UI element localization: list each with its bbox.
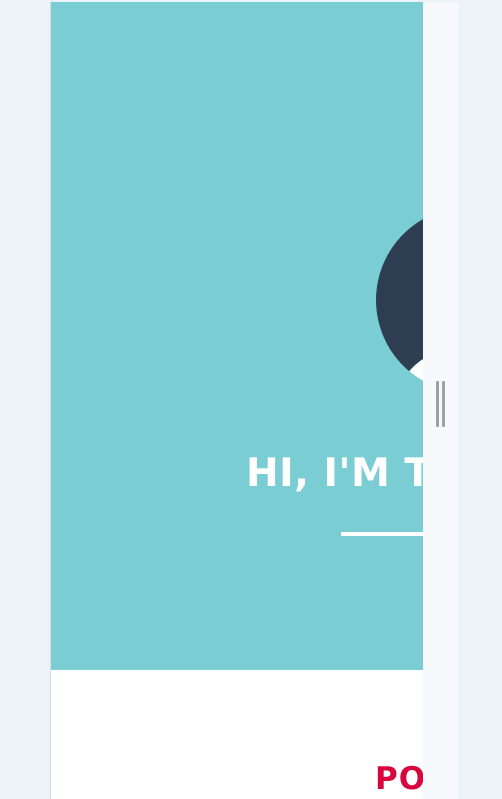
hero-divider: [341, 532, 423, 536]
hero-section: HI, I'M TI: [51, 2, 423, 670]
page-viewport: HI, I'M TI PO: [51, 2, 423, 799]
profile-avatar: [376, 207, 423, 393]
grip-bar-right: [442, 381, 445, 427]
vertical-grip-icon[interactable]: [435, 381, 447, 429]
hero-title: HI, I'M TI: [246, 451, 423, 496]
section-heading: PO: [375, 761, 423, 797]
viewport-resize-panel: [423, 2, 458, 799]
grip-bar-left: [436, 381, 439, 427]
avatar-shoulder: [398, 345, 423, 393]
